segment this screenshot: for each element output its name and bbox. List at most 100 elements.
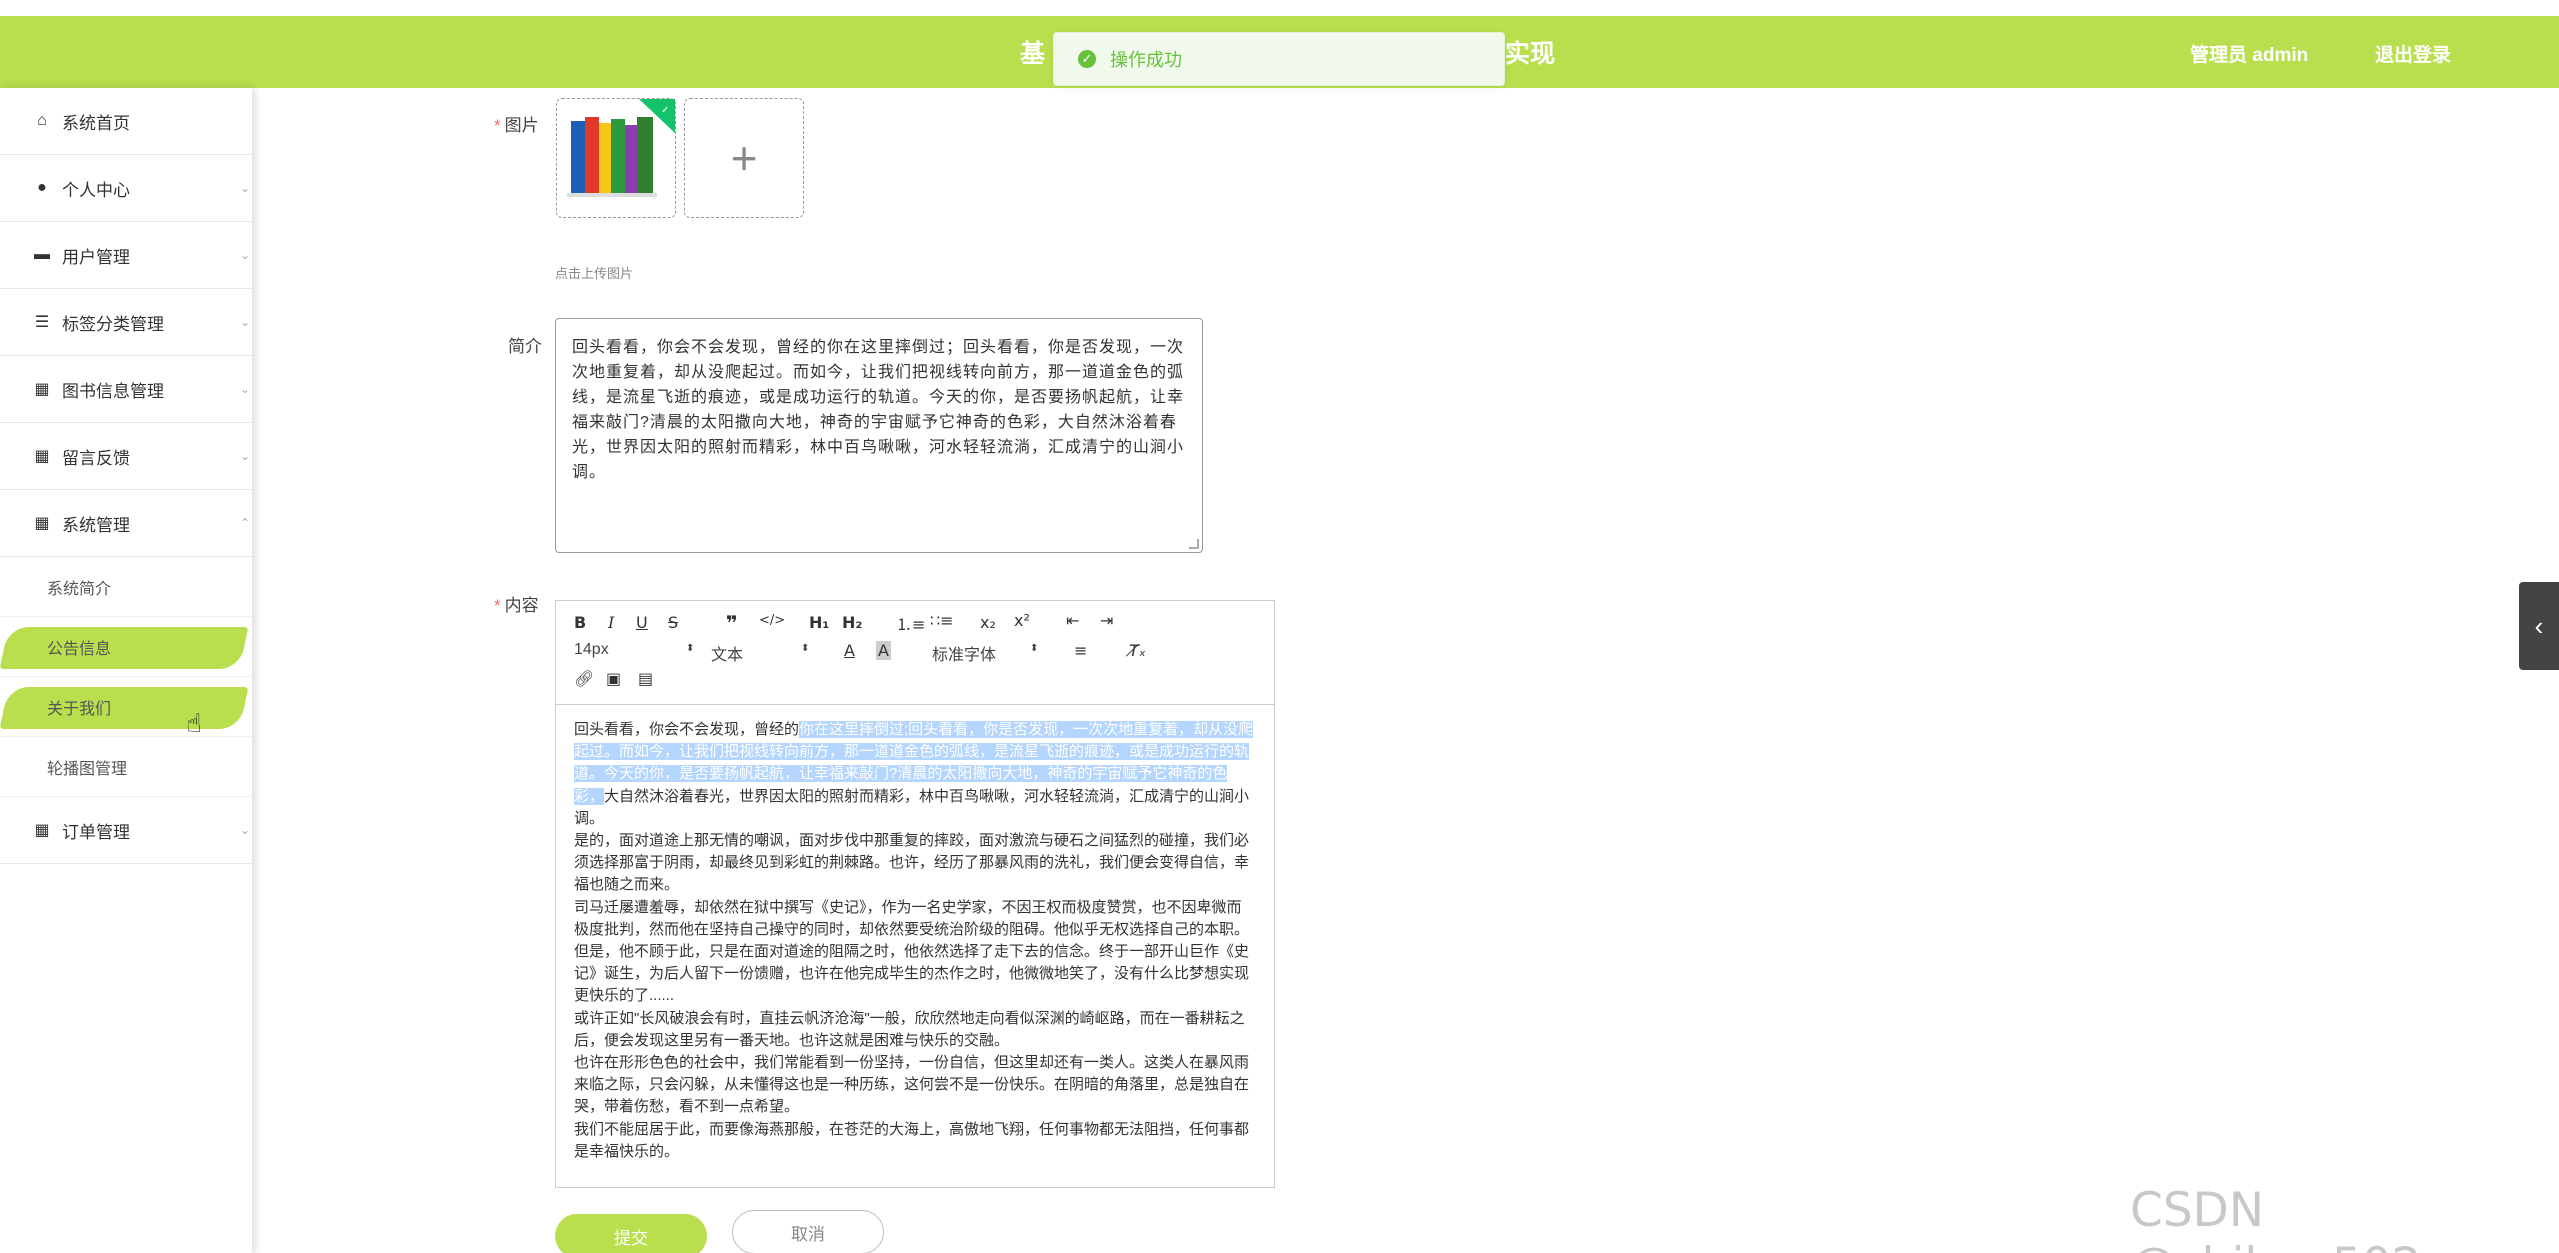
- image-label: * 图片: [494, 116, 539, 135]
- superscript-icon[interactable]: x²: [1014, 611, 1030, 630]
- resize-handle[interactable]: [1189, 539, 1199, 549]
- add-image-button[interactable]: +: [684, 98, 804, 218]
- italic-icon[interactable]: I: [608, 613, 614, 632]
- image-icon[interactable]: ▣: [606, 669, 621, 688]
- sidebar-item-label: 系统首页: [62, 113, 130, 133]
- sidebar-sub-carousel[interactable]: 轮播图管理: [0, 737, 252, 797]
- sidebar-sub-about[interactable]: 关于我们: [0, 677, 252, 737]
- sliders-icon: ☰: [34, 314, 50, 331]
- sidebar-item-tags[interactable]: ☰ 标签分类管理 ⌄: [0, 289, 252, 356]
- editor-paragraph: 是的，面对道途上那无情的嘲讽，面对步伐中那重复的摔跤，面对激流与硬石之间猛烈的碰…: [574, 832, 1250, 894]
- strikethrough-icon[interactable]: S: [668, 613, 678, 632]
- app-title-right: 实现: [1505, 40, 1556, 68]
- font-color-icon[interactable]: A: [844, 641, 855, 660]
- align-icon[interactable]: ≡: [1074, 641, 1087, 660]
- sidebar-sub-label: 系统简介: [47, 580, 112, 598]
- sidebar-sub-label: 关于我们: [47, 700, 112, 718]
- sidebar-item-label: 订单管理: [62, 822, 130, 842]
- rich-text-editor[interactable]: B I U S ❞ </> H₁ H₂ ⒈≡ ∷≡ x₂ x² ⇤ ⇥ 14px…: [555, 600, 1275, 1188]
- editor-toolbar: B I U S ❞ </> H₁ H₂ ⒈≡ ∷≡ x₂ x² ⇤ ⇥ 14px…: [556, 601, 1274, 705]
- sidebar: ⌂ 系统首页 ● 个人中心 ⌄ ▬ 用户管理 ⌄ ☰ 标签分类管理 ⌄ ▦ 图书…: [0, 88, 252, 1253]
- editor-paragraph: 也许在形形色色的社会中，我们常能看到一份坚持，一份自信，但这里却还有一类人。这类…: [574, 1054, 1250, 1116]
- grid-icon: ▦: [34, 822, 50, 839]
- sidebar-item-label: 留言反馈: [62, 448, 130, 468]
- sidebar-item-home[interactable]: ⌂ 系统首页: [0, 88, 252, 155]
- font-size-select[interactable]: 14px ⬍: [574, 641, 694, 659]
- chevron-down-icon: ⌄: [239, 449, 250, 463]
- books-image: ✓: [567, 99, 675, 197]
- sidebar-item-label: 用户管理: [62, 247, 130, 267]
- content-label: * 内容: [494, 596, 539, 615]
- sidebar-sub-label: 公告信息: [47, 640, 112, 658]
- logout-link[interactable]: 退出登录: [2375, 40, 2451, 67]
- sidebar-item-feedback[interactable]: ▦ 留言反馈 ⌄: [0, 423, 252, 490]
- highlight-brush: [0, 627, 249, 669]
- link-icon[interactable]: 🔗︎: [574, 669, 594, 688]
- editor-paragraph: 我们不能屈居于此，而要像海燕那般，在苍茫的大海上，高傲地飞翔，任何事物都无法阻挡…: [574, 1120, 1250, 1160]
- chevron-down-icon: ⌄: [239, 823, 250, 837]
- sidebar-item-label: 标签分类管理: [62, 314, 164, 334]
- blockquote-icon[interactable]: ❞: [726, 611, 738, 635]
- sidebar-item-label: 图书信息管理: [62, 381, 164, 401]
- intro-textarea[interactable]: 回头看看，你会不会发现，曾经的你在这里摔倒过；回头看看，你是否发现，一次次地重复…: [555, 318, 1203, 553]
- check-circle-icon: ✓: [1078, 50, 1096, 68]
- monitor-icon: ▬: [34, 246, 50, 263]
- uploaded-image-thumb[interactable]: ✓: [556, 98, 676, 218]
- sidebar-sub-intro[interactable]: 系统简介: [0, 557, 252, 617]
- subscript-icon[interactable]: x₂: [980, 613, 996, 632]
- chevron-down-icon: ⌄: [239, 248, 250, 262]
- sidebar-item-orders[interactable]: ▦ 订单管理 ⌄: [0, 797, 252, 864]
- chevron-up-icon: ⌃: [239, 516, 250, 530]
- collapse-panel-button[interactable]: ‹: [2519, 582, 2559, 670]
- sidebar-item-books[interactable]: ▦ 图书信息管理 ⌄: [0, 356, 252, 423]
- code-block-icon[interactable]: </>: [759, 613, 785, 628]
- intro-label: 简介: [508, 337, 542, 356]
- grid-icon: ▦: [34, 515, 50, 532]
- grid-icon: ▦: [34, 381, 50, 398]
- sidebar-item-system[interactable]: ▦ 系统管理 ⌃: [0, 490, 252, 557]
- upload-hint: 点击上传图片: [555, 266, 634, 281]
- top-strip: [0, 0, 2559, 16]
- editor-content[interactable]: 回头看看，你会不会发现，曾经的你在这里摔倒过;回头看看，你是否发现，一次次地重复…: [574, 719, 1256, 1163]
- chevron-down-icon: ⌄: [239, 181, 250, 195]
- admin-label: 管理员 admin: [2190, 45, 2309, 66]
- cancel-button[interactable]: 取消: [732, 1210, 884, 1253]
- bold-icon[interactable]: B: [574, 613, 586, 632]
- editor-paragraph: 或许正如"长风破浪会有时，直挂云帆济沧海"一般，欣欣然地走向看似深渊的崎岖路，而…: [574, 1009, 1245, 1049]
- header1-icon[interactable]: H₁: [809, 613, 829, 632]
- toast-message: 操作成功: [1110, 50, 1182, 70]
- ordered-list-icon[interactable]: ⒈≡: [896, 611, 925, 635]
- bullet-list-icon[interactable]: ∷≡: [930, 611, 954, 630]
- svg-text:✓: ✓: [661, 105, 669, 116]
- intro-text: 回头看看，你会不会发现，曾经的你在这里摔倒过；回头看看，你是否发现，一次次地重复…: [572, 339, 1185, 481]
- sidebar-sub-label: 轮播图管理: [47, 760, 128, 778]
- editor-paragraph: 回头看看，你会不会发现，曾经的你在这里摔倒过;回头看看，你是否发现，一次次地重复…: [574, 721, 1254, 827]
- outdent-icon[interactable]: ⇤: [1066, 611, 1079, 630]
- sidebar-item-personal[interactable]: ● 个人中心 ⌄: [0, 155, 252, 222]
- user-icon: ●: [37, 179, 47, 196]
- hand-cursor-icon: ☝: [186, 708, 202, 738]
- clear-format-icon[interactable]: T̸ₓ: [1129, 641, 1146, 660]
- highlight-brush: [0, 687, 249, 729]
- sidebar-item-label: 系统管理: [62, 515, 130, 535]
- watermark: CSDN @zhihao502: [2130, 1183, 2422, 1253]
- chevron-left-icon: ‹: [2534, 610, 2544, 641]
- app-title-left: 基: [1020, 40, 1047, 68]
- block-type-select[interactable]: 文本 ⬍: [711, 641, 811, 665]
- home-icon: ⌂: [37, 112, 47, 129]
- grid-icon: ▦: [34, 448, 50, 465]
- success-toast: ✓ 操作成功: [1053, 32, 1505, 86]
- chevron-down-icon: ⌄: [239, 382, 250, 396]
- video-icon[interactable]: ▤: [638, 669, 653, 688]
- underline-icon[interactable]: U: [636, 613, 648, 632]
- editor-paragraph: 司马迁屡遭羞辱，却依然在狱中撰写《史记》，作为一名史学家，不因王权而极度赞赏，也…: [574, 898, 1250, 1005]
- background-color-icon[interactable]: A: [876, 641, 891, 660]
- submit-button[interactable]: 提交: [555, 1214, 707, 1253]
- sidebar-sub-notice[interactable]: 公告信息: [0, 617, 252, 677]
- sidebar-item-users[interactable]: ▬ 用户管理 ⌄: [0, 222, 252, 289]
- indent-icon[interactable]: ⇥: [1100, 611, 1113, 630]
- header2-icon[interactable]: H₂: [842, 613, 862, 632]
- chevron-down-icon: ⌄: [239, 315, 250, 329]
- font-family-select[interactable]: 标准字体 ⬍: [932, 641, 1042, 665]
- sidebar-item-label: 个人中心: [62, 180, 130, 200]
